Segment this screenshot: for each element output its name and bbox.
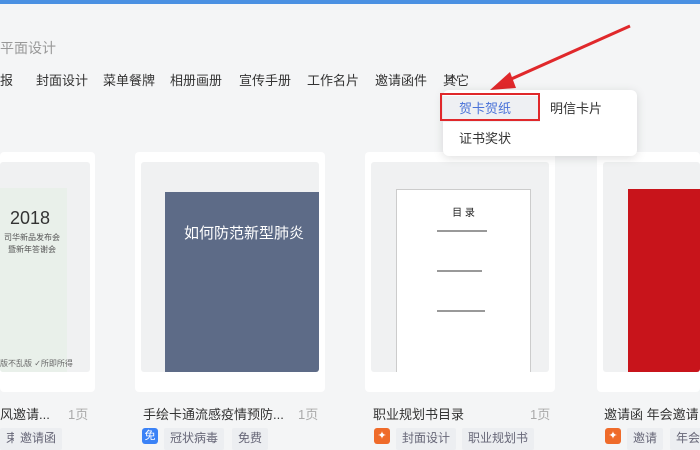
card-thumbnail [603,162,700,372]
vip-badge-icon: ✦ [605,428,621,444]
template-card[interactable] [597,152,700,392]
toc-line [437,270,482,272]
poster-year: 2018 [10,208,51,228]
dropdown-item-certificates[interactable]: 证书奖状 [459,126,511,152]
poster-heading: 如何防范新型肺炎 [183,225,304,242]
page-count: 1页 [530,407,551,422]
tag[interactable]: 免费 [232,428,269,450]
category-item[interactable]: 宣传手册 [239,70,291,89]
card-thumbnail: 如何防范新型肺炎 [141,162,319,372]
template-card[interactable]: 目 录 [365,152,555,392]
poster-heading: 目 录 [452,208,475,219]
tag[interactable]: 冠状病毒 [164,428,225,450]
card-title[interactable]: 手绘卡通流感疫情预防... [143,404,284,423]
poster: 目 录 [396,189,531,372]
arrow-annotation [490,24,631,90]
category-more[interactable]: 其它 [443,70,469,88]
card-title[interactable]: 职业规划书目录 [373,404,464,423]
poster-text: 暨新年答谢会 [8,245,56,254]
poster-footer: 版不乱版 ✓所即所得 [0,359,73,368]
breadcrumb[interactable]: 平面设计 [0,38,56,58]
vip-badge-icon: ✦ [374,428,390,444]
poster-text: 司华新品发布会 [4,233,60,242]
top-strip [0,0,700,4]
poster: 如何防范新型肺炎 [165,192,319,372]
category-item[interactable]: 邀请函件 [375,70,427,89]
category-item[interactable]: 菜单餐牌 [103,70,155,89]
page-count: 1页 [298,407,319,422]
template-card[interactable]: 如何防范新型肺炎 [135,152,325,392]
card-title[interactable]: 风邀请... [0,404,50,423]
page-count: 1页 [68,407,89,422]
category-item[interactable]: 相册画册 [170,70,222,89]
tag[interactable]: 职业规划书 [462,428,535,450]
template-card[interactable]: 2018 司华新品发布会 暨新年答谢会 版不乱版 ✓所即所得 [0,152,95,392]
dropdown-item-postcards[interactable]: 明信卡片 [550,96,602,122]
poster: 2018 司华新品发布会 暨新年答谢会 [0,188,67,372]
card-title[interactable]: 邀请函 年会邀请 [604,404,699,423]
highlight-box [440,93,540,121]
free-badge: 免 [142,428,158,444]
tag[interactable]: 邀请 [627,428,664,450]
category-item[interactable]: 报 [0,70,13,89]
category-item[interactable]: 封面设计 [36,70,88,89]
poster [628,189,700,372]
tag[interactable]: 邀请函 [14,428,63,450]
toc-line [437,230,487,232]
tag[interactable]: 年会 [670,428,700,450]
tag[interactable]: 封面设计 [396,428,457,450]
card-thumbnail: 目 录 [371,162,549,372]
card-thumbnail: 2018 司华新品发布会 暨新年答谢会 版不乱版 ✓所即所得 [0,162,90,372]
toc-line [437,310,485,312]
category-item[interactable]: 工作名片 [307,70,359,89]
